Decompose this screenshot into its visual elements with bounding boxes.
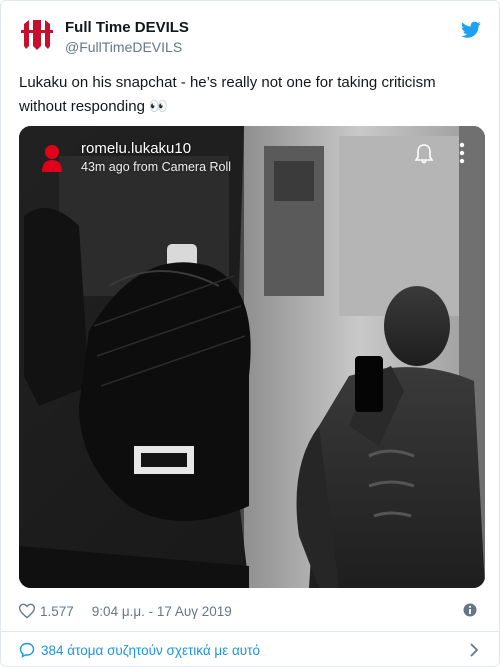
tweet-media-image[interactable]: romelu.lukaku10 43m ago from Camera Roll	[19, 126, 485, 588]
tweet-meta: 1.577 9:04 μ.μ. - 17 Αυγ 2019	[19, 601, 232, 621]
author-handle[interactable]: @FullTimeDEVILS	[65, 39, 182, 55]
heart-icon[interactable]	[19, 603, 35, 619]
like-count[interactable]: 1.577	[40, 604, 74, 619]
author-name[interactable]: Full Time DEVILS	[65, 19, 189, 36]
chevron-right-icon	[470, 643, 479, 657]
divider	[1, 631, 499, 632]
bell-icon[interactable]	[415, 144, 433, 164]
more-options-icon[interactable]	[459, 142, 465, 164]
conversation-count-text: 384 άτομα συζητούν σχετικά με αυτό	[41, 642, 261, 658]
mirror-selfie-photo	[19, 126, 485, 588]
info-icon[interactable]	[463, 603, 477, 617]
tweet-datetime[interactable]: 9:04 μ.μ. - 17 Αυγ 2019	[92, 604, 232, 619]
snapchat-username[interactable]: romelu.lukaku10	[81, 140, 191, 157]
chat-bubble-icon	[19, 642, 35, 658]
snapchat-profile-icon[interactable]	[41, 144, 63, 172]
tweet-text: Lukaku on his snapchat - he’s really not…	[19, 74, 436, 115]
snapchat-story-header: romelu.lukaku10 43m ago from Camera Roll	[19, 126, 485, 186]
snapchat-timestamp: 43m ago from Camera Roll	[81, 160, 232, 174]
tweet-card: Full Time DEVILS @FullTimeDEVILS Lukaku …	[0, 0, 500, 667]
conversation-link[interactable]: 384 άτομα συζητούν σχετικά με αυτό	[19, 639, 489, 661]
avatar[interactable]	[19, 16, 55, 52]
twitter-bird-icon[interactable]	[461, 21, 481, 39]
